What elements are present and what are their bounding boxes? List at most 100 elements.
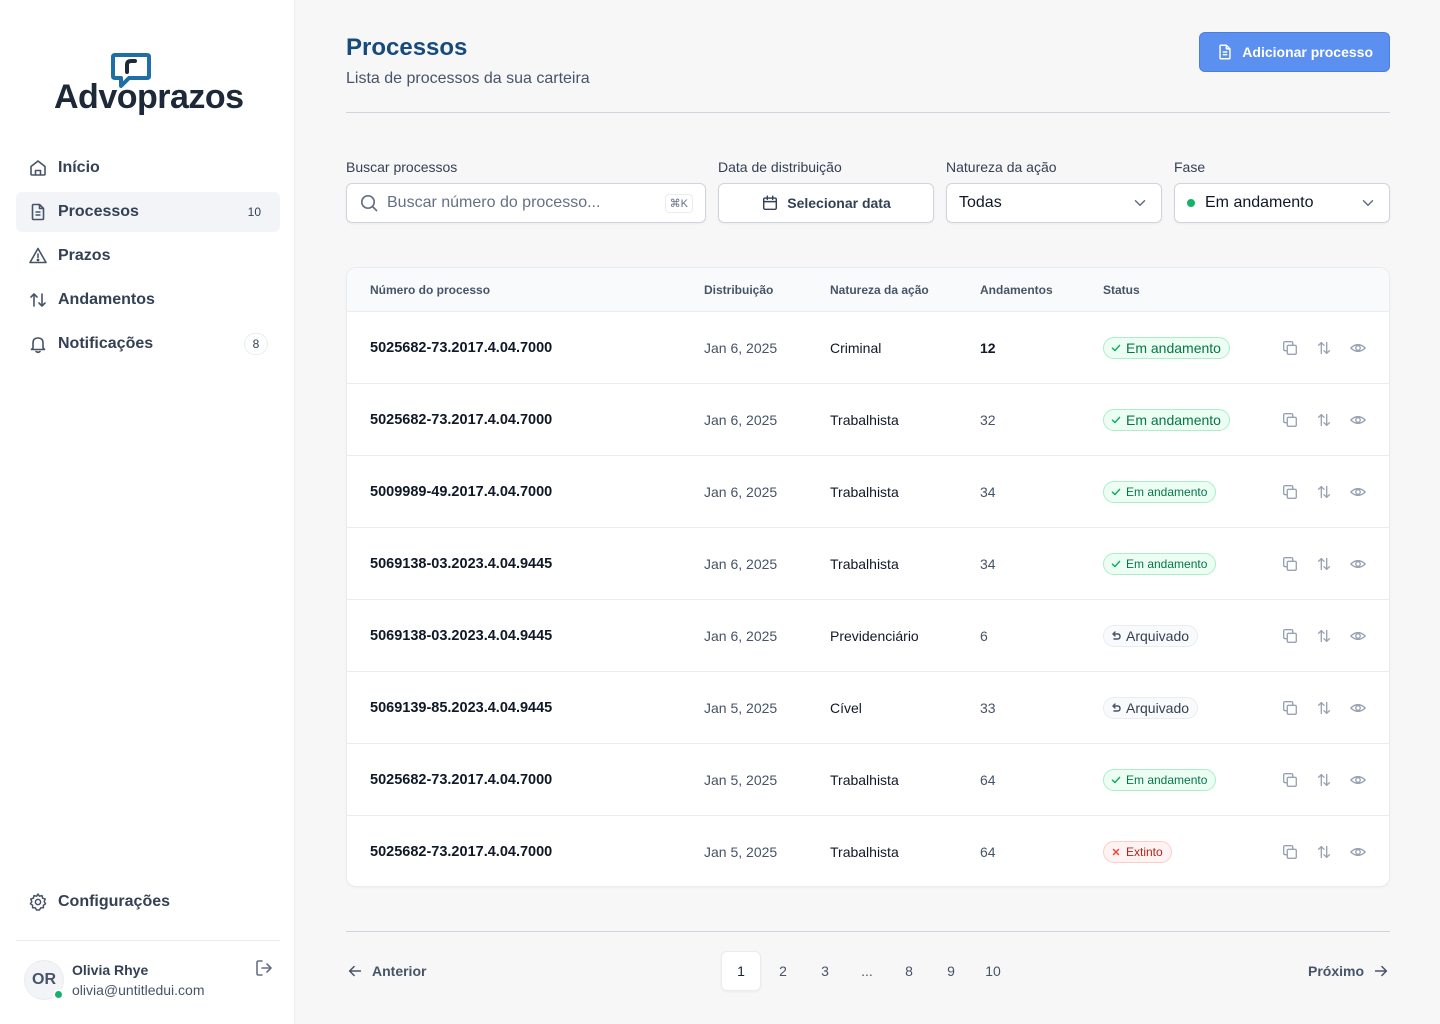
copy-icon	[1283, 341, 1297, 355]
status-dot-icon	[1187, 199, 1195, 207]
phase-select-value: Em andamento	[1205, 194, 1314, 211]
user-name: Olivia Rhye	[72, 962, 149, 978]
sort-button[interactable]	[1314, 626, 1334, 646]
distribution-date: Jan 6, 2025	[704, 412, 778, 428]
pagination-previous-button[interactable]: Anterior	[346, 962, 426, 980]
column-header-number[interactable]: Número do processo	[370, 283, 490, 297]
distribution-date: Jan 5, 2025	[704, 700, 778, 716]
sidebar-item-label: Notificações	[58, 335, 154, 352]
file-icon	[28, 202, 48, 222]
action-nature: Trabalhista	[830, 556, 899, 572]
pagination-page-button[interactable]: 8	[889, 951, 929, 991]
check-icon	[1111, 776, 1121, 784]
nature-select-value: Todas	[959, 194, 1002, 211]
copy-button[interactable]	[1280, 698, 1300, 718]
view-button[interactable]	[1348, 698, 1368, 718]
search-input[interactable]	[387, 194, 665, 212]
sort-icon	[1317, 773, 1331, 787]
view-button[interactable]	[1348, 554, 1368, 574]
add-process-button[interactable]: Adicionar processo	[1199, 32, 1390, 72]
sort-button[interactable]	[1314, 842, 1334, 862]
sort-icon	[1317, 341, 1331, 355]
column-header-nature[interactable]: Natureza da ação	[830, 283, 929, 297]
check-icon	[1111, 416, 1121, 424]
distribution-date: Jan 5, 2025	[704, 772, 778, 788]
eye-icon	[1350, 343, 1366, 353]
sidebar-item-andamentos[interactable]: Andamentos	[16, 280, 280, 320]
copy-icon	[1283, 485, 1297, 499]
updates-count: 34	[980, 484, 996, 500]
copy-button[interactable]	[1280, 410, 1300, 430]
date-picker-button[interactable]: Selecionar data	[718, 183, 934, 223]
sort-button[interactable]	[1314, 770, 1334, 790]
view-button[interactable]	[1348, 338, 1368, 358]
page-title: Processos	[346, 34, 468, 61]
pagination-page-button[interactable]: 10	[973, 951, 1013, 991]
table-row[interactable]: 5025682-73.2017.4.04.7000 Jan 6, 2025 Crim…	[347, 312, 1389, 384]
sidebar-item-configuracoes[interactable]: Configurações	[16, 882, 280, 922]
status-badge: Em andamento	[1103, 553, 1217, 575]
updates-count: 6	[980, 628, 988, 644]
view-button[interactable]	[1348, 842, 1368, 862]
table-row[interactable]: 5025682-73.2017.4.04.7000 Jan 5, 2025 Trab…	[347, 816, 1389, 886]
view-button[interactable]	[1348, 770, 1368, 790]
table-row[interactable]: 5009989-49.2017.4.04.7000 Jan 6, 2025 Trab…	[347, 456, 1389, 528]
copy-button[interactable]	[1280, 770, 1300, 790]
sort-button[interactable]	[1314, 410, 1334, 430]
column-header-updates[interactable]: Andamentos	[980, 283, 1053, 297]
sidebar-item-inicio[interactable]: Início	[16, 148, 280, 188]
eye-icon	[1350, 631, 1366, 641]
sort-icon	[1317, 413, 1331, 427]
eye-icon	[1350, 487, 1366, 497]
x-icon	[1112, 848, 1120, 856]
copy-button[interactable]	[1280, 554, 1300, 574]
pagination-page-button[interactable]: 1	[721, 951, 761, 991]
sidebar-item-prazos[interactable]: Prazos	[16, 236, 280, 276]
brand-logo[interactable]: Advoprazos	[54, 52, 254, 118]
distribution-date: Jan 6, 2025	[704, 556, 778, 572]
column-header-status[interactable]: Status	[1103, 283, 1140, 297]
nature-select[interactable]: Todas	[946, 183, 1162, 223]
sort-button[interactable]	[1314, 338, 1334, 358]
view-button[interactable]	[1348, 626, 1368, 646]
pagination-page-button[interactable]: 2	[763, 951, 803, 991]
copy-button[interactable]	[1280, 626, 1300, 646]
table-row[interactable]: 5069138-03.2023.4.04.9445 Jan 6, 2025 Trab…	[347, 528, 1389, 600]
check-icon	[1111, 560, 1121, 568]
file-icon	[1219, 44, 1231, 60]
process-number: 5069139-85.2023.4.04.9445	[370, 700, 553, 716]
distribution-date: Jan 5, 2025	[704, 844, 778, 860]
table-row[interactable]: 5025682-73.2017.4.04.7000 Jan 6, 2025 Trab…	[347, 384, 1389, 456]
pagination-page-button[interactable]: 3	[805, 951, 845, 991]
eye-icon	[1350, 415, 1366, 425]
action-nature: Trabalhista	[830, 412, 899, 428]
copy-button[interactable]	[1280, 338, 1300, 358]
sidebar-item-notificacoes[interactable]: Notificações 8	[16, 324, 280, 364]
copy-button[interactable]	[1280, 842, 1300, 862]
sidebar-item-processos[interactable]: Processos 10	[16, 192, 280, 232]
divider	[16, 940, 280, 941]
table-row[interactable]: 5069139-85.2023.4.04.9445 Jan 5, 2025 Cíve…	[347, 672, 1389, 744]
table-header: Número do processo Distribuição Natureza…	[347, 268, 1389, 312]
status-badge: Arquivado	[1103, 697, 1199, 719]
sort-button[interactable]	[1314, 482, 1334, 502]
table-row[interactable]: 5025682-73.2017.4.04.7000 Jan 5, 2025 Trab…	[347, 744, 1389, 816]
status-badge: Em andamento	[1103, 409, 1230, 431]
column-header-distribution[interactable]: Distribuição	[704, 283, 773, 297]
online-status-dot	[53, 989, 64, 1000]
search-field[interactable]: ⌘K	[346, 183, 706, 223]
copy-button[interactable]	[1280, 482, 1300, 502]
sort-icon	[1317, 485, 1331, 499]
pagination-page-button[interactable]: 9	[931, 951, 971, 991]
sort-button[interactable]	[1314, 698, 1334, 718]
table-row[interactable]: 5069138-03.2023.4.04.9445 Jan 6, 2025 Prev…	[347, 600, 1389, 672]
logout-icon[interactable]	[254, 958, 274, 978]
view-button[interactable]	[1348, 410, 1368, 430]
search-label: Buscar processos	[346, 159, 458, 175]
sort-button[interactable]	[1314, 554, 1334, 574]
status-badge: Em andamento	[1103, 769, 1217, 791]
pagination-next-button[interactable]: Próximo	[1308, 962, 1390, 980]
phase-select[interactable]: Em andamento	[1174, 183, 1390, 223]
view-button[interactable]	[1348, 482, 1368, 502]
pagination-ellipsis: ...	[861, 963, 873, 979]
